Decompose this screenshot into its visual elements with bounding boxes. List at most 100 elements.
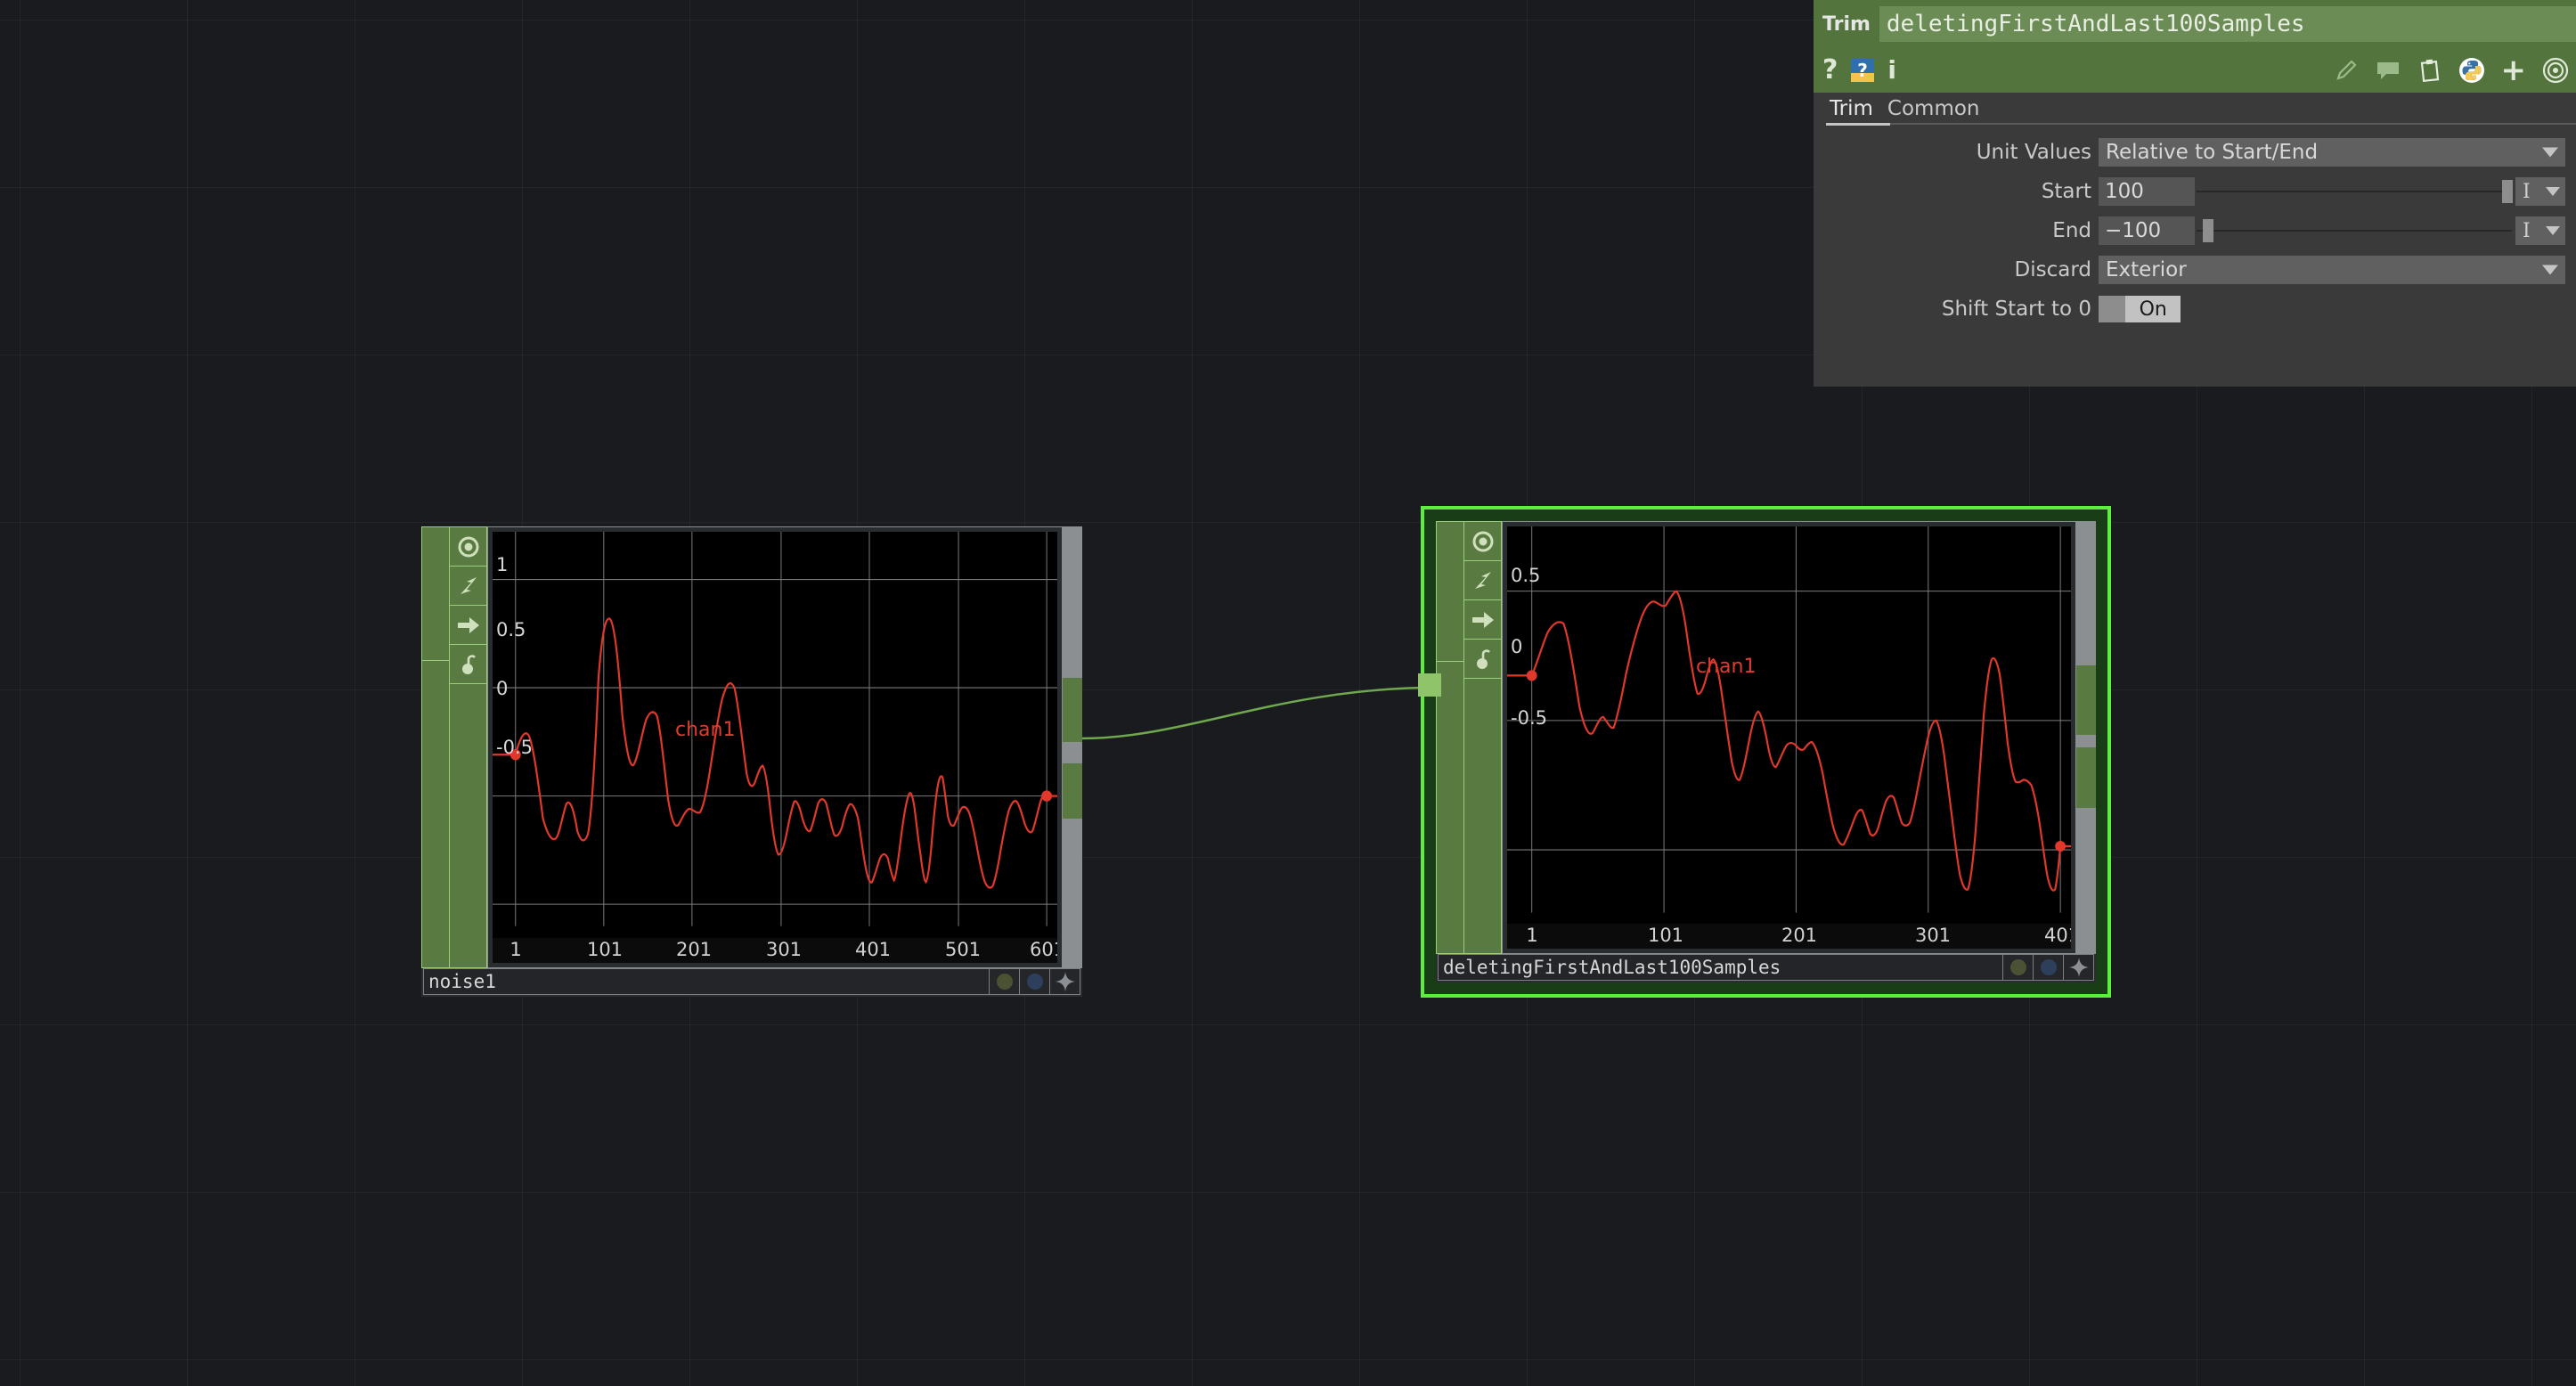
node-path-field[interactable]: deletingFirstAndLast100Samples <box>1879 6 2576 42</box>
chart-deleting-xtick-3: 301 <box>1914 925 1952 946</box>
chart-deleting-xtick-0: 1 <box>1526 925 1538 946</box>
star-flag-icon[interactable] <box>1050 968 1080 995</box>
node-name-field[interactable]: deletingFirstAndLast100Samples <box>1438 954 2003 981</box>
parameter-rows: Unit Values Relative to Start/End Start … <box>1814 125 2576 324</box>
icon-column-filler <box>450 684 486 967</box>
start-unit-value: I <box>2523 180 2531 203</box>
icon-column-filler <box>1464 679 1501 953</box>
chart-noise1-svg <box>493 532 1057 926</box>
chart-noise1-xtick-2: 201 <box>675 939 713 960</box>
blue-dot-icon[interactable] <box>1020 968 1050 995</box>
start-unit-menu[interactable]: I <box>2515 177 2565 206</box>
python-icon[interactable] <box>2458 57 2485 84</box>
node-icon-column[interactable] <box>1464 521 1502 954</box>
node-footer-noise1: noise1 <box>421 968 1082 997</box>
node-icon-column[interactable] <box>450 526 487 968</box>
node-graph-viewport[interactable]: 1 0.5 0 -0.5 chan1 1 101 201 301 401 501 <box>487 526 1063 968</box>
chevron-down-icon <box>2546 187 2560 196</box>
node-type-label: Trim <box>1822 12 1871 36</box>
chart-gridlines <box>1507 526 2071 913</box>
green-dot-icon[interactable] <box>990 968 1020 995</box>
comment-icon[interactable] <box>2375 59 2401 82</box>
tab-trim[interactable]: Trim <box>1826 97 1884 125</box>
chart-noise1-xtick-5: 501 <box>944 939 982 960</box>
start-slider-track <box>2197 191 2512 192</box>
display-flag-icon[interactable] <box>1464 522 1501 561</box>
lock-icon[interactable] <box>1464 640 1501 679</box>
output-grab-upper[interactable] <box>1063 678 1082 742</box>
node-deletingFirstAndLast100Samples[interactable]: 0.5 0 -0.5 chan1 1 101 201 301 401 <box>1418 506 2111 998</box>
end-slider-handle[interactable] <box>2203 219 2214 242</box>
pencil-icon[interactable] <box>2334 58 2359 83</box>
toggle-on-half[interactable]: On <box>2125 296 2181 322</box>
node-flag-strip[interactable] <box>1436 521 1464 954</box>
output-grab-upper[interactable] <box>2076 665 2096 735</box>
green-dot-icon[interactable] <box>2003 954 2034 981</box>
output-grab-lower[interactable] <box>2076 747 2096 808</box>
svg-text:?: ? <box>1858 60 1869 81</box>
output-grab-lower[interactable] <box>1063 763 1082 819</box>
end-input[interactable]: −100 <box>2099 216 2195 245</box>
plus-icon[interactable]: + <box>2501 55 2527 86</box>
node-body[interactable]: 1 0.5 0 -0.5 chan1 1 101 201 301 401 501 <box>421 526 1082 997</box>
node-flag-strip[interactable] <box>421 526 450 968</box>
parameter-panel-title-bar: Trim deletingFirstAndLast100Samples <box>1814 0 2576 48</box>
node-output-connector[interactable] <box>1063 526 1082 968</box>
param-row-start: Start 100 I <box>1814 176 2576 207</box>
discard-menu[interactable]: Exterior <box>2099 256 2565 284</box>
chart-deleting-ytick-1: 0 <box>1511 636 1523 657</box>
arrow-right-icon[interactable] <box>450 606 486 645</box>
tab-common[interactable]: Common <box>1884 97 1991 125</box>
bolt-icon[interactable] <box>450 567 486 606</box>
param-label-shift-start: Shift Start to 0 <box>1941 298 2091 321</box>
star-flag-icon[interactable] <box>2064 954 2094 981</box>
display-flag-icon[interactable] <box>450 527 486 567</box>
param-row-unit-values: Unit Values Relative to Start/End <box>1814 137 2576 167</box>
chart-noise1-end-marker <box>1041 790 1053 802</box>
end-unit-value: I <box>2523 219 2531 242</box>
node-name-field[interactable]: noise1 <box>423 968 990 995</box>
chart-noise1-ytick-3: -0.5 <box>496 737 533 758</box>
start-input[interactable]: 100 <box>2099 177 2195 206</box>
info-icon[interactable]: i <box>1887 58 1896 83</box>
shift-start-toggle[interactable]: On <box>2099 296 2181 322</box>
node-output-connector[interactable] <box>2076 521 2096 954</box>
chart-noise1-ytick-1: 0.5 <box>496 619 526 640</box>
chevron-down-icon <box>2542 147 2558 158</box>
end-unit-menu[interactable]: I <box>2515 216 2565 245</box>
node-input-connector[interactable] <box>1418 673 1441 697</box>
chart-noise1-xtick-0: 1 <box>509 939 522 960</box>
start-slider-handle[interactable] <box>2502 180 2514 203</box>
lock-icon[interactable] <box>450 645 486 684</box>
blue-dot-icon[interactable] <box>2034 954 2064 981</box>
flag-segment-top[interactable] <box>422 527 449 661</box>
chart-noise1-ytick-2: 0 <box>496 678 509 699</box>
clipboard-icon[interactable] <box>2417 58 2442 83</box>
toggle-off-half[interactable] <box>2099 296 2126 322</box>
chevron-down-icon <box>2546 226 2560 235</box>
help-card-icon[interactable]: ? <box>1850 58 1875 83</box>
chart-deleting[interactable]: 0.5 0 -0.5 chan1 1 101 201 301 401 <box>1507 526 2071 949</box>
parameter-panel[interactable]: Trim deletingFirstAndLast100Samples ? ? … <box>1814 0 2576 387</box>
unit-values-value: Relative to Start/End <box>2106 141 2319 164</box>
chart-deleting-end-marker <box>2055 840 2067 852</box>
chart-deleting-ytick-0: 0.5 <box>1511 565 1541 586</box>
node-graph-viewport[interactable]: 0.5 0 -0.5 chan1 1 101 201 301 401 <box>1502 521 2076 954</box>
flag-segment-top[interactable] <box>1437 522 1463 662</box>
parameter-panel-icon-bar: ? ? i + <box>1814 48 2576 93</box>
param-label-unit-values: Unit Values <box>1976 141 2091 164</box>
flag-segment-bottom[interactable] <box>1437 662 1463 953</box>
end-slider[interactable] <box>2197 216 2512 245</box>
start-slider[interactable] <box>2197 177 2514 206</box>
target-icon[interactable] <box>2542 57 2569 84</box>
unit-values-menu[interactable]: Relative to Start/End <box>2099 138 2565 167</box>
node-noise1[interactable]: 1 0.5 0 -0.5 chan1 1 101 201 301 401 501 <box>421 526 1082 997</box>
node-body[interactable]: 0.5 0 -0.5 chan1 1 101 201 301 401 <box>1436 521 2096 982</box>
arrow-right-icon[interactable] <box>1464 600 1501 640</box>
chart-noise1-series-label: chan1 <box>675 719 736 741</box>
question-mark-icon[interactable]: ? <box>1822 57 1838 84</box>
bolt-icon[interactable] <box>1464 561 1501 600</box>
param-label-discard: Discard <box>2014 258 2091 281</box>
chart-noise1[interactable]: 1 0.5 0 -0.5 chan1 1 101 201 301 401 501 <box>493 532 1057 963</box>
flag-segment-bottom[interactable] <box>422 661 449 967</box>
